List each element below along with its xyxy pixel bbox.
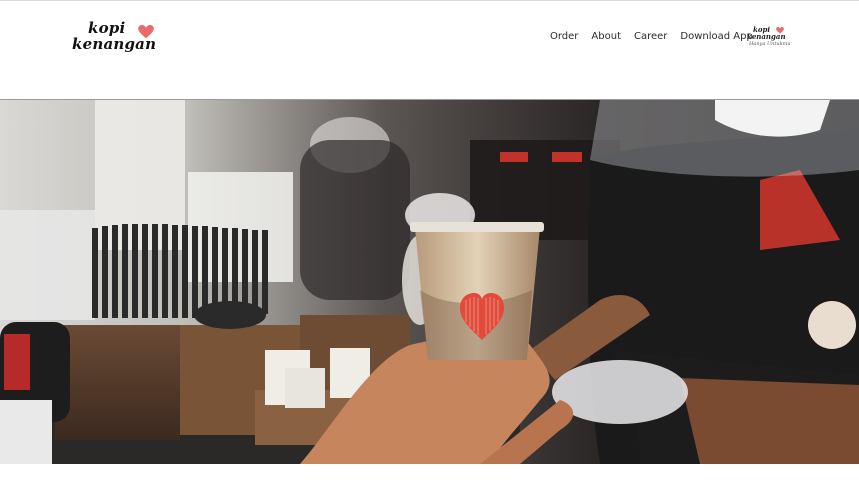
- secondary-logo-tagline: Hanya Untukmu: [749, 41, 791, 47]
- hero-image: [0, 100, 859, 464]
- nav-item-order[interactable]: Order: [550, 31, 578, 45]
- hero-banner: [0, 100, 859, 464]
- secondary-logo[interactable]: kopi kenangan Hanya Untukmu: [745, 25, 791, 51]
- nav-item-career[interactable]: Career: [634, 31, 667, 45]
- brand-logo[interactable]: kopi kenangan: [72, 19, 162, 59]
- main-nav: Order About Career Download App: [550, 31, 766, 45]
- heart-icon: [138, 25, 154, 39]
- small-heart-icon: [776, 27, 784, 34]
- site-header: kopi kenangan Order About Career Downloa…: [0, 1, 859, 100]
- nav-item-about[interactable]: About: [591, 31, 621, 45]
- nav-item-download-app[interactable]: Download App: [680, 31, 752, 45]
